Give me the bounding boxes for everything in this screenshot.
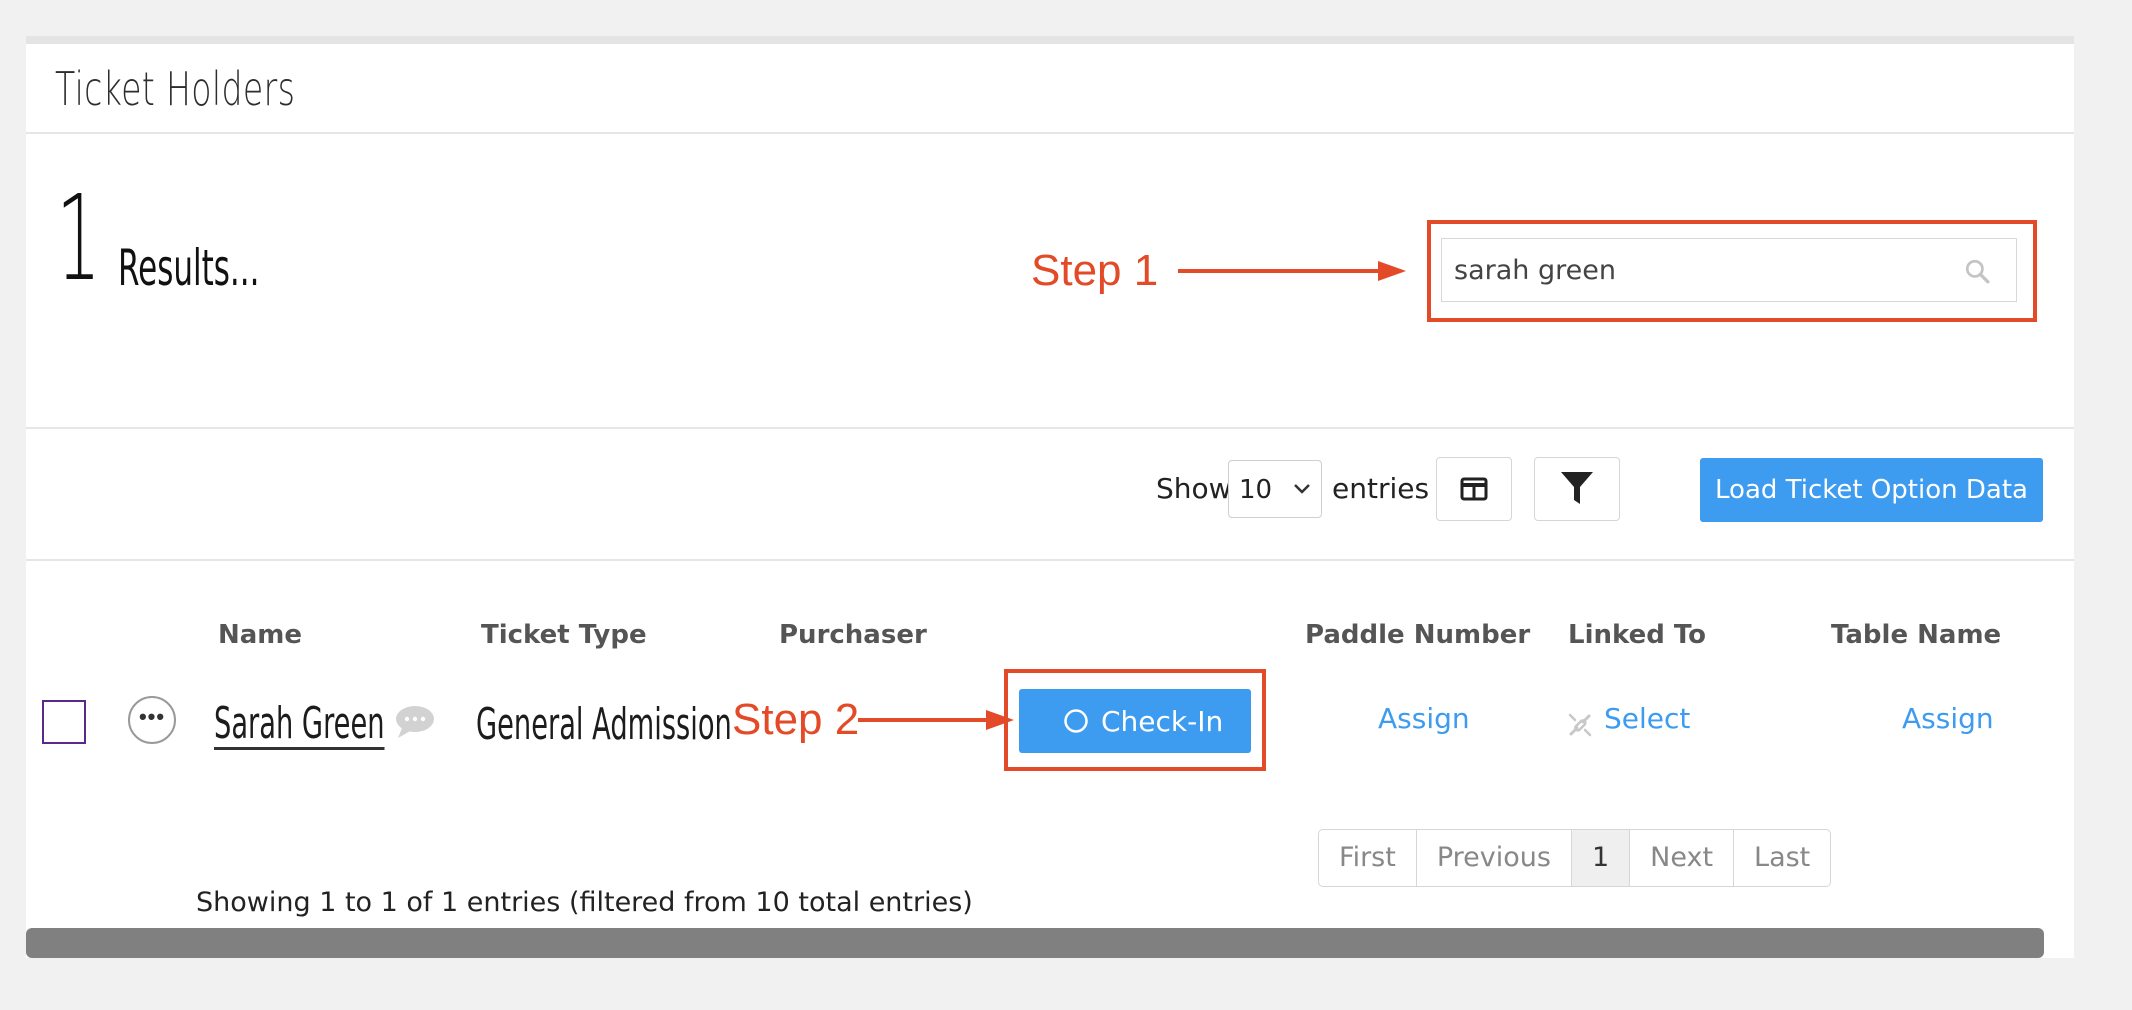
ticket-type-cell: General Admission [476,699,732,750]
search-field[interactable] [1441,238,2017,302]
show-label: Show [1156,472,1232,505]
ticket-holders-panel: Ticket Holders 1 Results... Step 1 Show … [26,44,2074,958]
row-checkbox[interactable] [42,700,86,744]
assign-paddle-link[interactable]: Assign [1378,702,1470,735]
column-visibility-button[interactable] [1436,457,1512,521]
divider [26,132,2074,134]
pagination-previous[interactable]: Previous [1417,830,1572,886]
top-strip [26,36,2074,44]
step1-annotation: Step 1 [1031,246,1159,295]
more-icon: ••• [138,704,166,729]
columns-icon [1460,477,1488,501]
select-linked-to-link[interactable]: Select [1604,702,1690,735]
divider [26,559,2074,561]
load-ticket-option-data-button[interactable]: Load Ticket Option Data [1700,458,2043,522]
comment-icon[interactable] [394,704,436,740]
check-in-button[interactable]: Check-In [1019,689,1251,753]
chevron-down-icon [1294,484,1310,494]
unlink-icon [1568,713,1592,737]
page-size-value: 10 [1239,475,1273,505]
step2-arrow [858,710,1014,730]
pagination-last[interactable]: Last [1734,830,1830,886]
table-info: Showing 1 to 1 of 1 entries (filtered fr… [196,887,973,918]
check-in-label: Check-In [1101,705,1224,738]
pagination-first[interactable]: First [1319,830,1417,886]
results-count: 1 [56,169,102,307]
horizontal-scrollbar[interactable] [26,928,2044,958]
column-header-ticket-type[interactable]: Ticket Type [481,620,647,650]
pagination-next[interactable]: Next [1630,830,1735,886]
circle-icon [1064,709,1088,733]
column-header-paddle-number[interactable]: Paddle Number [1305,620,1530,650]
pagination: First Previous 1 Next Last [1318,829,1832,887]
filter-icon [1561,472,1593,504]
results-label: Results... [118,239,260,297]
step2-annotation: Step 2 [732,695,860,744]
divider [26,427,2074,429]
column-header-name[interactable]: Name [218,620,302,650]
column-header-table-name[interactable]: Table Name [1831,620,2001,650]
entries-label: entries [1332,472,1430,505]
search-icon[interactable] [1964,258,1990,284]
page-size-select[interactable]: 10 [1228,460,1322,518]
pagination-page-1[interactable]: 1 [1571,830,1631,886]
ticket-holder-name-link[interactable]: Sarah Green [214,701,385,750]
row-actions-button[interactable]: ••• [128,696,176,744]
column-header-linked-to[interactable]: Linked To [1568,620,1706,650]
step1-arrow [1178,261,1406,281]
filter-button[interactable] [1534,457,1620,521]
assign-table-link[interactable]: Assign [1902,702,1994,735]
panel-title: Ticket Holders [55,62,296,116]
search-input[interactable] [1442,239,2016,301]
column-header-purchaser[interactable]: Purchaser [779,620,927,650]
